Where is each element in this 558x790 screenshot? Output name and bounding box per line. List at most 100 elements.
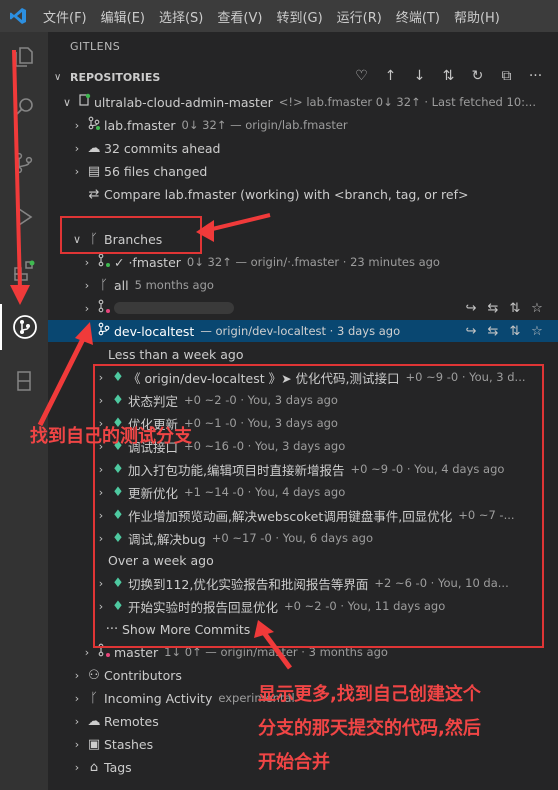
row-label: 32 commits ahead (104, 140, 221, 156)
menu-bar: 文件(F) 编辑(E) 选择(S) 查看(V) 转到(G) 运行(R) 终端(T… (0, 0, 558, 32)
branch-row[interactable]: › ✓ ·fmaster 0↓ 32↑ — origin/·.fmaster ·… (48, 251, 558, 273)
sync-icon[interactable]: ⇅ (434, 68, 463, 84)
push-icon[interactable]: ↑ (376, 68, 405, 84)
pull-request-icon[interactable]: ⇅ (504, 324, 526, 339)
row-label: Contributors (104, 667, 182, 683)
switch-icon[interactable]: ↪ (460, 324, 482, 339)
row-desc: 0↓ 32↑ — origin/lab.fmaster (181, 118, 348, 132)
chevron-right-icon: › (74, 141, 80, 155)
compare-row[interactable]: ⇄ Compare lab.fmaster (working) with <br… (48, 183, 558, 205)
find-branch-annotation: 找到自己的测试分支 (30, 426, 192, 447)
chevron-right-icon: › (84, 255, 90, 269)
chevron-right-icon: › (74, 118, 80, 132)
branch-icon (94, 299, 114, 317)
branch-icon (94, 253, 114, 271)
branch-icon: ᚴ (100, 277, 108, 293)
menu-edit[interactable]: 编辑(E) (94, 7, 152, 26)
source-control-icon[interactable] (0, 140, 48, 186)
chevron-down-icon: ∨ (62, 95, 72, 109)
row-label: all (114, 277, 129, 293)
refresh-icon[interactable]: ↻ (463, 68, 492, 84)
files-changed-row[interactable]: › ▤ 56 files changed (48, 160, 558, 182)
menu-view[interactable]: 查看(V) (210, 7, 269, 26)
heart-icon[interactable]: ♡ (347, 68, 376, 84)
pull-icon[interactable]: ↓ (405, 68, 434, 84)
more-actions-icon[interactable]: ··· (521, 68, 550, 84)
search-icon[interactable] (0, 84, 48, 130)
panel-title: GITLENS (70, 40, 121, 53)
compare-icon[interactable]: ⇆ (482, 324, 504, 339)
row-desc: — origin/dev-localtest · 3 days ago (200, 324, 401, 338)
chevron-down-icon: ∨ (54, 71, 62, 83)
file-diff-icon: ▤ (87, 163, 101, 179)
gitlens-icon[interactable] (0, 304, 48, 350)
switch-icon[interactable]: ↪ (460, 301, 482, 316)
pull-request-icon[interactable]: ⇅ (504, 301, 526, 316)
chevron-right-icon: › (74, 760, 80, 774)
section-title: REPOSITORIES (70, 70, 161, 84)
menu-run[interactable]: 运行(R) (330, 7, 389, 26)
merge-icon: ᚴ (90, 690, 98, 706)
vscode-logo-icon (0, 0, 36, 32)
show-more-annotation-line3: 开始合并 (258, 752, 330, 773)
chevron-down-icon: ∨ (82, 324, 92, 338)
remote-explorer-icon[interactable] (0, 358, 48, 404)
section-toolbar: ♡ ↑ ↓ ⇅ ↻ ⧉ ··· (347, 68, 550, 84)
row-actions: ↪ ⇆ ⇅ ☆ (460, 324, 548, 339)
current-branch-row[interactable]: › lab.fmaster 0↓ 32↑ — origin/lab.fmaste… (48, 114, 558, 136)
branch-icon (94, 322, 114, 340)
compare-icon[interactable]: ⇆ (482, 301, 504, 316)
row-label: lab.fmaster (104, 117, 176, 133)
collapse-all-icon[interactable]: ⧉ (492, 68, 521, 84)
selected-branch-row[interactable]: ∨ dev-localtest — origin/dev-localtest ·… (48, 320, 558, 342)
menu-selection[interactable]: 选择(S) (152, 7, 210, 26)
star-icon[interactable]: ☆ (526, 324, 548, 339)
menu-file[interactable]: 文件(F) (36, 7, 94, 26)
row-desc: 0↓ 32↑ — origin/·.fmaster · 23 minutes a… (186, 255, 440, 269)
chevron-right-icon: › (84, 278, 90, 292)
explorer-icon[interactable] (0, 34, 48, 80)
row-desc: 5 months ago (134, 278, 214, 292)
row-label: Compare lab.fmaster (working) with <bran… (104, 186, 469, 202)
archive-icon: ▣ (87, 736, 101, 752)
menu-go[interactable]: 转到(G) (269, 7, 329, 26)
chevron-right-icon: › (84, 645, 90, 659)
extensions-icon[interactable] (0, 248, 48, 294)
row-label: Stashes (104, 736, 154, 752)
menu-help[interactable]: 帮助(H) (447, 7, 507, 26)
row-label: Incoming Activity (104, 690, 213, 706)
tag-icon: ⌂ (89, 759, 99, 775)
group-header: Less than a week ago (48, 343, 558, 365)
activity-bar (0, 32, 48, 790)
chevron-right-icon: › (74, 691, 80, 705)
redacted-text (114, 302, 234, 314)
people-icon: ⚇ (88, 667, 100, 683)
row-label: Remotes (104, 713, 159, 729)
star-icon[interactable]: ☆ (526, 301, 548, 316)
repo-desc: <!> lab.fmaster 0↓ 32↑ · Last fetched 10… (278, 95, 536, 109)
chevron-right-icon: › (74, 164, 80, 178)
repo-name: ultralab-cloud-admin-master (94, 94, 273, 110)
chevron-right-icon: › (74, 714, 80, 728)
repo-icon (74, 93, 94, 111)
cloud-icon: ☁ (87, 713, 101, 729)
cloud-upload-icon: ☁ (87, 140, 101, 156)
repositories-section-header[interactable]: ∨ REPOSITORIES ♡ ↑ ↓ ⇅ ↻ ⧉ ··· (48, 66, 558, 88)
branch-row[interactable]: › ᚴ all 5 months ago (48, 274, 558, 296)
commits-ahead-row[interactable]: › ☁ 32 commits ahead (48, 137, 558, 159)
group-label: Less than a week ago (108, 346, 244, 362)
run-debug-icon[interactable] (0, 194, 48, 240)
repo-row[interactable]: ∨ ultralab-cloud-admin-master <!> lab.fm… (48, 91, 558, 113)
row-label: ✓ ·fmaster (114, 254, 181, 270)
show-more-annotation-line1: 显示更多,找到自己创建这个 (258, 684, 481, 705)
branch-icon (84, 116, 104, 134)
compare-icon: ⇄ (88, 186, 100, 202)
row-label: dev-localtest (114, 323, 195, 339)
chevron-right-icon: › (74, 668, 80, 682)
menu-terminal[interactable]: 终端(T) (389, 7, 447, 26)
row-label: 56 files changed (104, 163, 208, 179)
commits-highlight-box (93, 364, 544, 648)
branch-row-blurred[interactable]: › ↪ ⇆ ⇅ ☆ (48, 297, 558, 319)
chevron-right-icon: › (84, 301, 90, 315)
chevron-right-icon: › (74, 737, 80, 751)
